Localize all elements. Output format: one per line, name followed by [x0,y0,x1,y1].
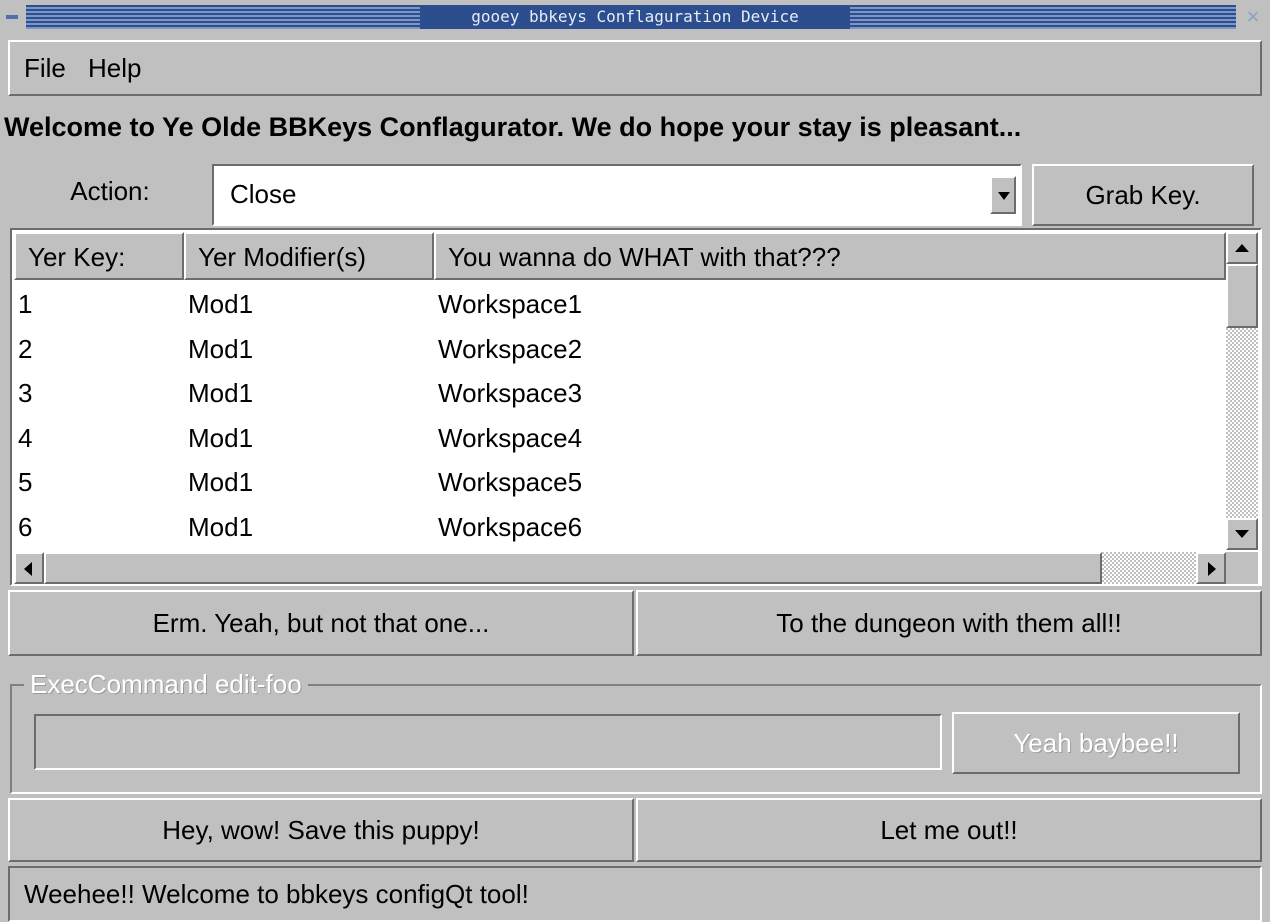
key-cell: 1 [18,289,33,319]
action-select[interactable]: Close [212,164,1022,226]
table-row[interactable]: 3 Mod1 Workspace3 [14,371,1226,416]
modifier-cell: Mod1 [188,289,254,319]
key-cell: 4 [18,422,33,453]
key-binding-list[interactable]: Yer Key: Yer Modifier(s) You wanna do WH… [10,228,1262,586]
vertical-scroll-thumb[interactable] [1226,264,1258,328]
scroll-right-arrow-icon[interactable] [1196,552,1226,584]
scrollbar-corner [1226,552,1258,584]
scroll-up-arrow-icon[interactable] [1226,232,1258,264]
vertical-scrollbar[interactable] [1226,232,1258,550]
window-title: gooey bbkeys Conflaguration Device [420,5,850,29]
action-cell: Workspace6 [438,511,583,542]
welcome-heading: Welcome to Ye Olde BBKeys Conflagurator.… [4,112,1022,142]
action-label: Action: [70,176,150,206]
menu-bar: File Help [8,40,1262,96]
close-icon[interactable]: × [1242,6,1264,28]
horizontal-scrollbar[interactable] [14,552,1226,584]
exit-button[interactable]: Let me out!! [636,798,1262,862]
action-cell: Workspace5 [438,467,583,497]
action-cell: Workspace2 [438,333,583,364]
table-row[interactable]: 4 Mod1 Workspace4 [14,416,1226,461]
modifier-cell: Mod1 [188,333,254,364]
column-header-modifier[interactable]: Yer Modifier(s) [184,232,434,280]
exec-command-input[interactable] [34,714,942,770]
table-row[interactable]: 1 Mod1 Workspace1 [14,282,1226,327]
grab-key-button[interactable]: Grab Key. [1032,164,1254,226]
modifier-cell: Mod1 [188,422,254,453]
key-cell: 2 [18,333,33,364]
modifier-cell: Mod1 [188,378,254,408]
modifier-cell: Mod1 [188,467,254,497]
remove-all-bindings-button[interactable]: To the dungeon with them all!! [636,590,1262,656]
chevron-down-icon[interactable] [990,176,1016,214]
action-cell: Workspace4 [438,422,583,453]
column-header-key[interactable]: Yer Key: [14,232,184,280]
title-bar[interactable]: gooey bbkeys Conflaguration Device × [0,0,1270,34]
scroll-left-arrow-icon[interactable] [14,552,44,584]
horizontal-scroll-thumb[interactable] [44,552,1102,584]
status-bar: Weehee!! Welcome to bbkeys configQt tool… [8,866,1262,922]
remove-binding-button[interactable]: Erm. Yeah, but not that one... [8,590,634,656]
menu-help[interactable]: Help [88,42,141,94]
menu-file[interactable]: File [24,42,66,94]
status-text: Weehee!! Welcome to bbkeys configQt tool… [24,879,529,909]
list-body: 1 Mod1 Workspace1 2 Mod1 Workspace2 3 Mo… [14,282,1226,554]
key-cell: 3 [18,378,33,408]
key-cell: 5 [18,467,33,497]
action-select-value: Close [230,179,297,209]
action-cell: Workspace3 [438,378,583,408]
key-cell: 6 [18,511,33,542]
exec-command-legend: ExecCommand edit-foo [24,668,308,700]
save-button[interactable]: Hey, wow! Save this puppy! [8,798,634,862]
table-row[interactable]: 6 Mod1 Workspace6 [14,505,1226,550]
modifier-cell: Mod1 [188,511,254,542]
table-row[interactable]: 5 Mod1 Workspace5 [14,460,1226,505]
action-cell: Workspace1 [438,289,583,319]
exec-apply-button[interactable]: Yeah baybee!! [952,712,1240,774]
table-row[interactable]: 2 Mod1 Workspace2 [14,327,1226,372]
scroll-down-arrow-icon[interactable] [1226,518,1258,550]
window-menu-icon[interactable] [4,10,20,24]
column-header-action[interactable]: You wanna do WHAT with that??? [434,232,1226,280]
